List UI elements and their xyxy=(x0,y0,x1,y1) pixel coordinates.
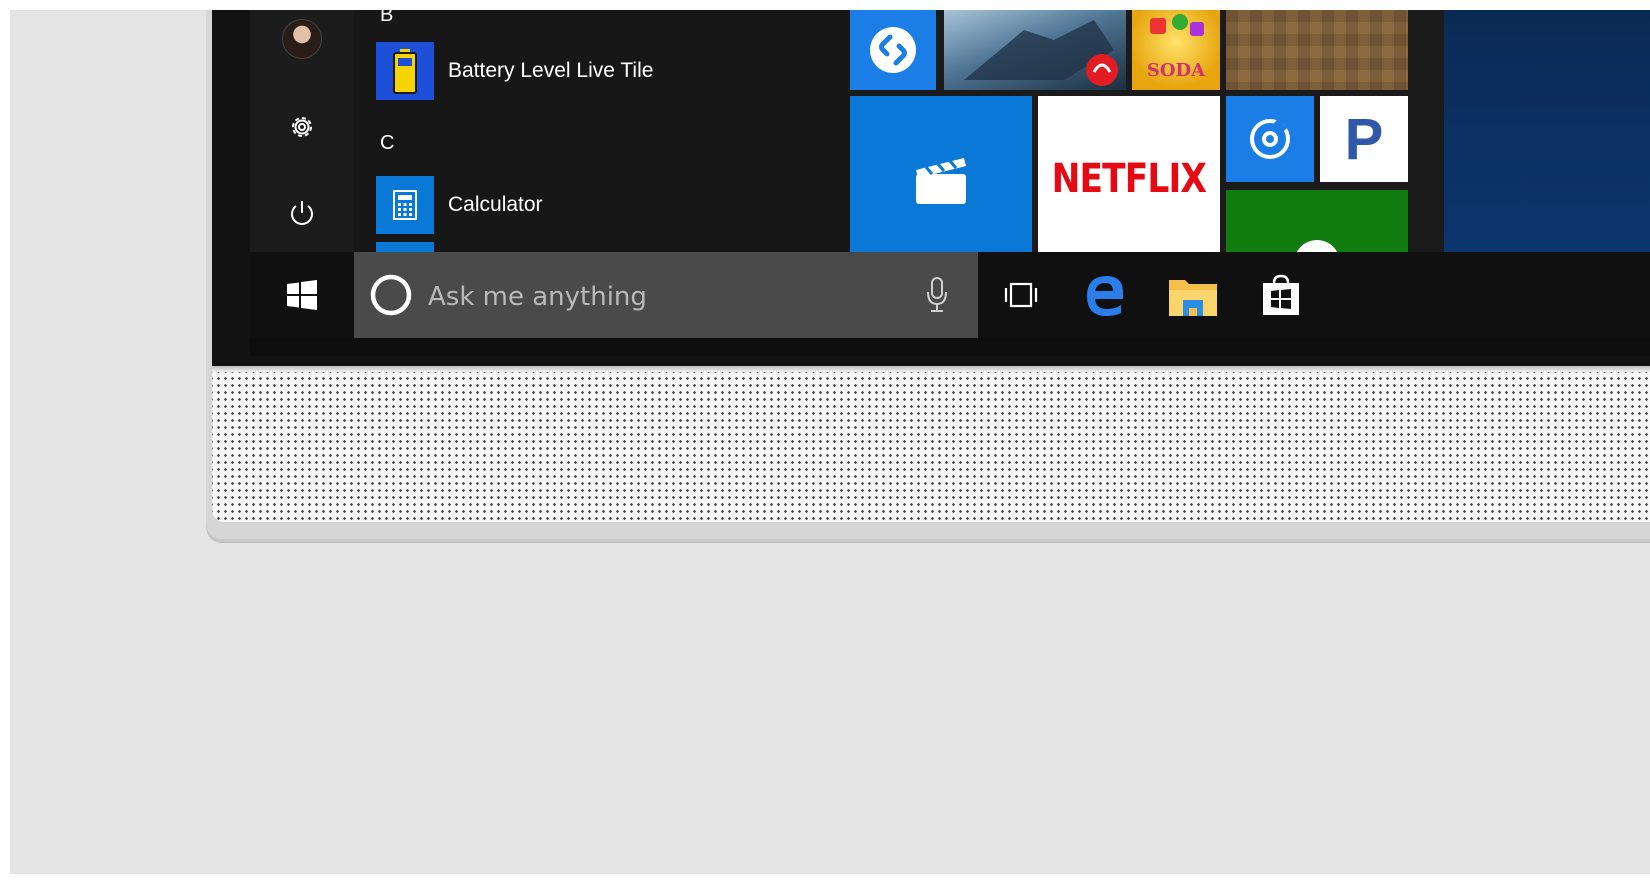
app-list: B Battery Level Live Tile C Calculator xyxy=(354,10,850,262)
edge-button[interactable] xyxy=(1074,252,1136,338)
battery-icon xyxy=(376,42,434,100)
folder-icon xyxy=(1169,280,1217,316)
edge-browser-icon xyxy=(1087,276,1124,316)
app-label: Battery Level Live Tile xyxy=(448,59,654,82)
netflix-logo-icon: NETFLIX xyxy=(1051,156,1207,202)
cortana-circle-icon xyxy=(370,274,412,316)
groove-music-icon xyxy=(1250,118,1290,159)
desktop-screen: B Battery Level Live Tile C Calculator S… xyxy=(250,10,1650,356)
file-explorer-button[interactable] xyxy=(1158,252,1228,338)
desktop-wallpaper xyxy=(1444,10,1650,262)
settings-button[interactable] xyxy=(250,104,354,150)
windows-logo-icon xyxy=(287,280,317,310)
calculator-icon xyxy=(376,176,434,234)
tile-pandora[interactable]: P xyxy=(1320,96,1408,182)
store-button[interactable] xyxy=(1250,252,1312,338)
tile-minecraft[interactable] xyxy=(1226,10,1408,90)
taskbar: Ask me anything xyxy=(250,252,1650,338)
power-icon xyxy=(291,201,313,225)
tile-snowboard-game[interactable] xyxy=(944,10,1126,90)
tile-netflix[interactable]: NETFLIX xyxy=(1038,96,1220,262)
task-view-icon xyxy=(1004,282,1038,308)
task-view-button[interactable] xyxy=(990,252,1052,338)
tile-movies-tv[interactable] xyxy=(850,96,1032,262)
user-avatar-icon xyxy=(282,19,322,59)
tile-shazam[interactable] xyxy=(850,10,936,90)
user-button[interactable] xyxy=(250,16,354,62)
start-rail xyxy=(250,10,354,262)
screen-bezel: B Battery Level Live Tile C Calculator S… xyxy=(212,10,1650,366)
gear-icon xyxy=(292,117,312,137)
store-bag-icon xyxy=(1263,274,1299,315)
page-background: B Battery Level Live Tile C Calculator S… xyxy=(10,10,1650,874)
speaker-grille xyxy=(212,372,1650,522)
candy-tile-text: SODA xyxy=(1146,60,1206,81)
all-in-one-device: B Battery Level Live Tile C Calculator S… xyxy=(206,10,1650,542)
tile-candy-crush[interactable]: SODA xyxy=(1132,10,1220,90)
snowboard-image-icon xyxy=(964,20,1118,86)
search-box[interactable]: Ask me anything xyxy=(354,252,978,338)
app-calculator[interactable]: Calculator xyxy=(376,176,836,234)
start-button[interactable] xyxy=(250,252,354,338)
app-battery-level-live-tile[interactable]: Battery Level Live Tile xyxy=(376,42,836,100)
live-tiles-area: SODA NETFLIX P xyxy=(850,10,1650,262)
tile-groove-music[interactable] xyxy=(1226,96,1314,182)
candy-crush-icon: SODA xyxy=(1132,10,1220,90)
pandora-icon: P xyxy=(1344,106,1384,172)
section-letter-b[interactable]: B xyxy=(380,10,393,27)
power-button[interactable] xyxy=(250,190,354,236)
shazam-icon xyxy=(870,27,916,73)
microphone-icon[interactable] xyxy=(924,276,950,314)
section-letter-c[interactable]: C xyxy=(380,132,394,155)
app-label: Calculator xyxy=(448,193,543,216)
minecraft-icon xyxy=(1226,10,1408,90)
clapperboard-icon xyxy=(916,158,966,204)
search-placeholder: Ask me anything xyxy=(428,282,647,312)
